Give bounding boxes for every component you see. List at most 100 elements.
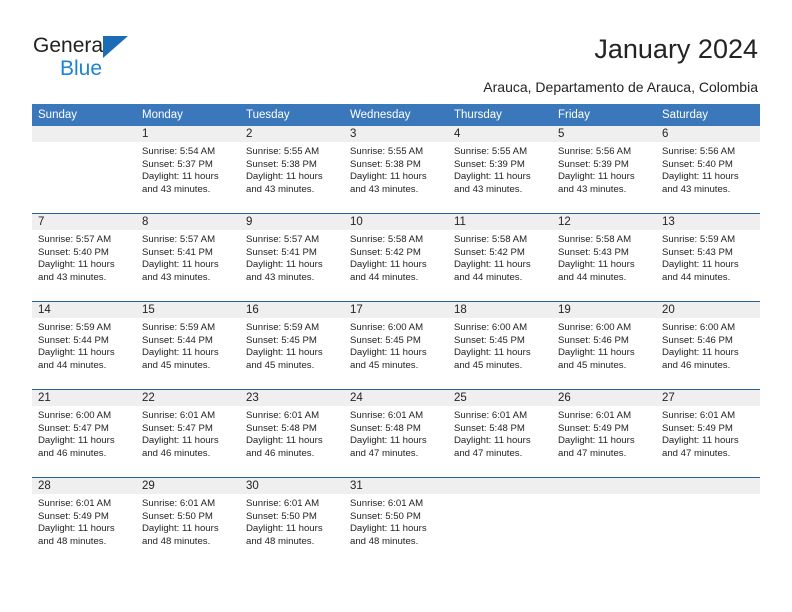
calendar-day-cell[interactable]: 8 Sunrise: 5:57 AM Sunset: 5:41 PM Daylight… bbox=[136, 214, 240, 301]
daylight-text: and 43 minutes. bbox=[558, 183, 627, 195]
calendar-day-cell[interactable]: 24 Sunrise: 6:01 AM Sunset: 5:48 PM Dayligh… bbox=[344, 390, 448, 477]
calendar-day-cell[interactable]: 18 Sunrise: 6:00 AM Sunset: 5:45 PM Dayligh… bbox=[448, 302, 552, 389]
day-number: 14 bbox=[32, 302, 136, 318]
calendar-day-cell[interactable]: 20 Sunrise: 6:00 AM Sunset: 5:46 PM Dayligh… bbox=[656, 302, 760, 389]
sunset-text: Sunset: 5:46 PM bbox=[662, 334, 733, 346]
daylight-text: and 48 minutes. bbox=[38, 535, 107, 547]
calendar-day-cell[interactable]: 12 Sunrise: 5:58 AM Sunset: 5:43 PM Dayligh… bbox=[552, 214, 656, 301]
weekday-header-tuesday: Tuesday bbox=[246, 109, 290, 121]
day-details: Sunrise: 5:56 AM Sunset: 5:39 PM Daylight:… bbox=[552, 142, 656, 196]
sunset-text: Sunset: 5:38 PM bbox=[350, 158, 421, 170]
sunset-text: Sunset: 5:50 PM bbox=[246, 510, 317, 522]
day-number: 5 bbox=[552, 126, 656, 142]
daylight-text: and 43 minutes. bbox=[246, 183, 315, 195]
sunrise-text: Sunrise: 6:01 AM bbox=[142, 498, 216, 509]
general-blue-logo[interactable]: General Blue bbox=[33, 34, 233, 86]
calendar-day-cell[interactable]: 16 Sunrise: 5:59 AM Sunset: 5:45 PM Dayligh… bbox=[240, 302, 344, 389]
daylight-text: Daylight: 11 hours bbox=[246, 259, 323, 271]
day-number: 26 bbox=[552, 390, 656, 406]
calendar-day-cell[interactable]: 7 Sunrise: 5:57 AM Sunset: 5:40 PM Daylight… bbox=[32, 214, 136, 301]
calendar-day-cell[interactable]: 31 Sunrise: 6:01 AM Sunset: 5:50 PM Dayligh… bbox=[344, 478, 448, 565]
sunrise-text: Sunrise: 5:54 AM bbox=[142, 146, 216, 157]
day-details: Sunrise: 6:01 AM Sunset: 5:50 PM Daylight:… bbox=[344, 494, 448, 548]
daylight-text: and 47 minutes. bbox=[662, 447, 731, 459]
calendar-day-cell[interactable]: 6 Sunrise: 5:56 AM Sunset: 5:40 PM Daylight… bbox=[656, 126, 760, 213]
sunrise-text: Sunrise: 6:01 AM bbox=[246, 410, 320, 421]
sunset-text: Sunset: 5:49 PM bbox=[662, 422, 733, 434]
calendar-day-cell[interactable]: 17 Sunrise: 6:00 AM Sunset: 5:45 PM Dayligh… bbox=[344, 302, 448, 389]
calendar-day-cell[interactable]: 4 Sunrise: 5:55 AM Sunset: 5:39 PM Daylight… bbox=[448, 126, 552, 213]
daylight-text: Daylight: 11 hours bbox=[350, 171, 427, 183]
calendar-day-cell[interactable]: 26 Sunrise: 6:01 AM Sunset: 5:49 PM Dayligh… bbox=[552, 390, 656, 477]
sunset-text: Sunset: 5:47 PM bbox=[142, 422, 213, 434]
calendar-day-cell[interactable]: 5 Sunrise: 5:56 AM Sunset: 5:39 PM Daylight… bbox=[552, 126, 656, 213]
calendar-day-cell[interactable]: 11 Sunrise: 5:58 AM Sunset: 5:42 PM Dayligh… bbox=[448, 214, 552, 301]
day-details: Sunrise: 5:55 AM Sunset: 5:39 PM Daylight:… bbox=[448, 142, 552, 196]
daylight-text: Daylight: 11 hours bbox=[142, 347, 219, 359]
calendar-table: Sunday Monday Tuesday Wednesday Thursday Frid… bbox=[32, 104, 760, 565]
sunset-text: Sunset: 5:48 PM bbox=[350, 422, 421, 434]
sunset-text: Sunset: 5:44 PM bbox=[38, 334, 109, 346]
calendar-day-cell[interactable]: 13 Sunrise: 5:59 AM Sunset: 5:43 PM Dayligh… bbox=[656, 214, 760, 301]
day-number: 19 bbox=[552, 302, 656, 318]
day-details: Sunrise: 6:00 AM Sunset: 5:46 PM Daylight:… bbox=[552, 318, 656, 372]
daylight-text: Daylight: 11 hours bbox=[142, 523, 219, 535]
calendar-week-row: 21 Sunrise: 6:00 AM Sunset: 5:47 PM Dayligh… bbox=[32, 389, 760, 477]
daylight-text: and 45 minutes. bbox=[246, 359, 315, 371]
calendar-day-cell[interactable]: 28 Sunrise: 6:01 AM Sunset: 5:49 PM Dayligh… bbox=[32, 478, 136, 565]
daylight-text: and 46 minutes. bbox=[142, 447, 211, 459]
sunset-text: Sunset: 5:42 PM bbox=[350, 246, 421, 258]
sunset-text: Sunset: 5:39 PM bbox=[454, 158, 525, 170]
sunset-text: Sunset: 5:45 PM bbox=[350, 334, 421, 346]
calendar-week-row: 28 Sunrise: 6:01 AM Sunset: 5:49 PM Dayligh… bbox=[32, 477, 760, 565]
daylight-text: Daylight: 11 hours bbox=[454, 347, 531, 359]
daylight-text: Daylight: 11 hours bbox=[662, 171, 739, 183]
calendar-day-cell[interactable]: 30 Sunrise: 6:01 AM Sunset: 5:50 PM Dayligh… bbox=[240, 478, 344, 565]
day-details: Sunrise: 6:01 AM Sunset: 5:49 PM Daylight:… bbox=[32, 494, 136, 548]
sunrise-text: Sunrise: 6:00 AM bbox=[558, 322, 632, 333]
calendar-day-cell[interactable]: 27 Sunrise: 6:01 AM Sunset: 5:49 PM Dayligh… bbox=[656, 390, 760, 477]
calendar-day-cell[interactable]: 14 Sunrise: 5:59 AM Sunset: 5:44 PM Dayligh… bbox=[32, 302, 136, 389]
sunrise-text: Sunrise: 6:00 AM bbox=[662, 322, 736, 333]
calendar-day-cell[interactable]: 29 Sunrise: 6:01 AM Sunset: 5:50 PM Dayligh… bbox=[136, 478, 240, 565]
daylight-text: and 45 minutes. bbox=[142, 359, 211, 371]
weekday-header-sunday: Sunday bbox=[38, 109, 78, 121]
day-details: Sunrise: 6:00 AM Sunset: 5:45 PM Daylight:… bbox=[448, 318, 552, 372]
daylight-text: and 46 minutes. bbox=[246, 447, 315, 459]
calendar-day-cell[interactable]: 9 Sunrise: 5:57 AM Sunset: 5:41 PM Daylight… bbox=[240, 214, 344, 301]
day-details: Sunrise: 6:01 AM Sunset: 5:49 PM Daylight:… bbox=[656, 406, 760, 460]
calendar-day-cell[interactable]: 3 Sunrise: 5:55 AM Sunset: 5:38 PM Daylight… bbox=[344, 126, 448, 213]
daylight-text: and 43 minutes. bbox=[246, 271, 315, 283]
calendar-day-cell[interactable]: 22 Sunrise: 6:01 AM Sunset: 5:47 PM Dayligh… bbox=[136, 390, 240, 477]
day-number: 16 bbox=[240, 302, 344, 318]
day-details: Sunrise: 6:01 AM Sunset: 5:48 PM Daylight:… bbox=[448, 406, 552, 460]
sunset-text: Sunset: 5:48 PM bbox=[454, 422, 525, 434]
calendar-day-cell[interactable]: 2 Sunrise: 5:55 AM Sunset: 5:38 PM Daylight… bbox=[240, 126, 344, 213]
sunrise-text: Sunrise: 6:01 AM bbox=[662, 410, 736, 421]
sunrise-text: Sunrise: 5:56 AM bbox=[558, 146, 632, 157]
calendar-weeks: 1 Sunrise: 5:54 AM Sunset: 5:37 PM Daylight… bbox=[32, 126, 760, 565]
calendar-day-cell[interactable]: 21 Sunrise: 6:00 AM Sunset: 5:47 PM Dayligh… bbox=[32, 390, 136, 477]
daylight-text: and 44 minutes. bbox=[38, 359, 107, 371]
calendar-day-cell[interactable]: 15 Sunrise: 5:59 AM Sunset: 5:44 PM Dayligh… bbox=[136, 302, 240, 389]
sunrise-text: Sunrise: 5:55 AM bbox=[350, 146, 424, 157]
calendar-day-cell[interactable]: 10 Sunrise: 5:58 AM Sunset: 5:42 PM Dayligh… bbox=[344, 214, 448, 301]
day-number: 8 bbox=[136, 214, 240, 230]
sunset-text: Sunset: 5:49 PM bbox=[558, 422, 629, 434]
sunset-text: Sunset: 5:46 PM bbox=[558, 334, 629, 346]
sunrise-text: Sunrise: 5:59 AM bbox=[662, 234, 736, 245]
day-number: 2 bbox=[240, 126, 344, 142]
calendar-day-cell[interactable]: 19 Sunrise: 6:00 AM Sunset: 5:46 PM Dayligh… bbox=[552, 302, 656, 389]
day-details: Sunrise: 5:59 AM Sunset: 5:44 PM Daylight:… bbox=[136, 318, 240, 372]
daylight-text: and 48 minutes. bbox=[350, 535, 419, 547]
daylight-text: and 47 minutes. bbox=[558, 447, 627, 459]
sunrise-text: Sunrise: 5:59 AM bbox=[246, 322, 320, 333]
weekday-header-saturday: Saturday bbox=[662, 109, 709, 121]
calendar-day-cell[interactable]: 23 Sunrise: 6:01 AM Sunset: 5:48 PM Dayligh… bbox=[240, 390, 344, 477]
logo-text-general: General bbox=[33, 34, 108, 57]
sunrise-text: Sunrise: 6:01 AM bbox=[350, 498, 424, 509]
calendar-day-cell[interactable]: 1 Sunrise: 5:54 AM Sunset: 5:37 PM Daylight… bbox=[136, 126, 240, 213]
calendar-day-cell[interactable]: 25 Sunrise: 6:01 AM Sunset: 5:48 PM Dayligh… bbox=[448, 390, 552, 477]
day-number: 23 bbox=[240, 390, 344, 406]
day-number: 30 bbox=[240, 478, 344, 494]
